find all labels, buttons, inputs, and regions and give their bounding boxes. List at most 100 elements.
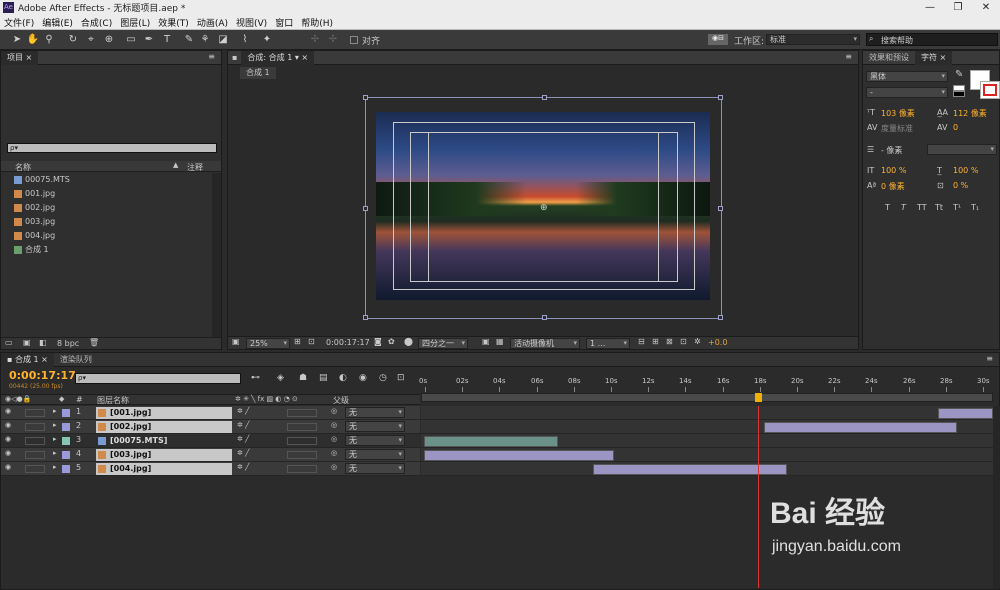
resolution-dropdown[interactable]: 四分之一	[418, 338, 468, 349]
menu-composition[interactable]: 合成(C)	[77, 16, 116, 29]
all-caps-button[interactable]: TT	[917, 203, 927, 212]
switch-icons[interactable]: ✲ ╱	[237, 421, 249, 429]
sort-arrow-icon[interactable]: ▲	[173, 161, 178, 169]
superscript-button[interactable]: T¹	[953, 203, 961, 212]
transform-handle[interactable]	[363, 206, 368, 211]
close-button[interactable]: ✕	[972, 0, 1000, 15]
zoom-dropdown[interactable]: 25%	[246, 338, 290, 349]
transform-handle[interactable]	[718, 315, 723, 320]
faux-bold-button[interactable]: T	[885, 203, 890, 212]
switch-boxes[interactable]	[287, 409, 317, 417]
project-tab[interactable]: 项目 ×	[1, 50, 39, 65]
layer-duration-bar[interactable]	[938, 408, 993, 419]
solo-lock-boxes[interactable]	[25, 465, 45, 473]
panel-menu-icon[interactable]: ≡	[845, 52, 852, 61]
timeline-search-input[interactable]: ρ▾	[75, 373, 241, 384]
region-of-interest-icon[interactable]: ▣	[482, 337, 490, 346]
kerning-value[interactable]: 度量标准	[881, 123, 913, 134]
panel-menu-icon[interactable]: ≡	[208, 52, 215, 61]
label-color-swatch[interactable]	[62, 409, 70, 417]
label-color-swatch[interactable]	[62, 465, 70, 473]
selection-tool-icon[interactable]: ➤	[10, 33, 24, 47]
faux-italic-button[interactable]: T	[901, 203, 906, 212]
pan-behind-tool-icon[interactable]: ⊕	[102, 33, 116, 47]
visibility-eye-icon[interactable]: ◉	[5, 463, 11, 471]
project-scrollbar[interactable]	[212, 173, 221, 337]
clone-stamp-tool-icon[interactable]: ⚘	[198, 33, 212, 47]
viewer-timecode[interactable]: 0:00:17:17	[326, 338, 370, 347]
always-preview-icon[interactable]: ▣	[232, 337, 240, 346]
visibility-eye-icon[interactable]: ◉	[5, 435, 11, 443]
font-size-value[interactable]: 103 像素	[881, 108, 915, 119]
interpret-footage-icon[interactable]: ▭	[5, 338, 13, 347]
menu-animation[interactable]: 动画(A)	[193, 16, 232, 29]
fast-previews-icon[interactable]: ⊞	[652, 337, 659, 346]
brainstorm-icon[interactable]: ◉	[359, 373, 367, 383]
switch-boxes[interactable]	[287, 465, 317, 473]
stroke-order-dropdown[interactable]	[927, 144, 997, 155]
layer-row[interactable]: ◉ ▸ 3 [00075.MTS] ✲ ╱ ◎ 无	[1, 434, 420, 448]
frame-blending-icon[interactable]: ▤	[319, 373, 328, 383]
transparency-grid-icon[interactable]: ▦	[496, 337, 504, 346]
new-folder-icon[interactable]: ▣	[23, 338, 31, 347]
menu-window[interactable]: 窗口	[271, 16, 297, 29]
trash-icon[interactable]: 🗑	[89, 338, 99, 347]
camera-tool-icon[interactable]: ⌖	[84, 33, 98, 47]
tsume-value[interactable]: 0 %	[953, 181, 968, 190]
visibility-eye-icon[interactable]: ◉	[5, 449, 11, 457]
horizontal-scale-value[interactable]: 100 %	[953, 166, 978, 175]
time-ruler[interactable]: 0s 02s 04s 06s 08s 10s 12s 14s 16s 18s 20s 22s 24s 26…	[419, 375, 993, 405]
hand-tool-icon[interactable]: ✋	[26, 33, 40, 47]
list-item[interactable]: 合成 1	[1, 243, 211, 256]
col-name[interactable]: 名称	[15, 162, 31, 173]
layer-name-field[interactable]: [002.jpg]	[96, 421, 232, 433]
toggle-pixel-aspect-icon[interactable]: ⊟	[638, 337, 645, 346]
layer-name-field[interactable]: [004.jpg]	[96, 463, 232, 475]
minimize-button[interactable]: —	[916, 0, 944, 15]
list-item[interactable]: 001.jpg	[1, 187, 211, 200]
render-queue-tab[interactable]: 渲染队列	[54, 353, 98, 367]
effects-presets-tab[interactable]: 效果和预设	[863, 51, 915, 65]
col-comment[interactable]: 注释	[187, 162, 203, 173]
pick-whip-icon[interactable]: ◎	[331, 463, 337, 471]
rectangle-tool-icon[interactable]: ▭	[124, 33, 138, 47]
align-checkbox[interactable]	[350, 36, 358, 44]
layer-duration-bar[interactable]	[424, 450, 614, 461]
layer-row[interactable]: ◉ ▸ 1 [001.jpg] ✲ ╱ ◎ 无	[1, 406, 420, 420]
col-layer-name[interactable]: 图层名称	[97, 395, 129, 406]
label-color-swatch[interactable]	[62, 437, 70, 445]
playhead-handle[interactable]	[755, 393, 762, 402]
transform-handle[interactable]	[718, 95, 723, 100]
solo-lock-boxes[interactable]	[25, 423, 45, 431]
parent-dropdown[interactable]: 无	[345, 435, 405, 446]
parent-dropdown[interactable]: 无	[345, 407, 405, 418]
stroke-width-value[interactable]: - 像素	[881, 145, 902, 156]
maximize-button[interactable]: ❐	[944, 0, 972, 15]
layer-name-field[interactable]: [00075.MTS]	[96, 435, 232, 447]
expand-arrow-icon[interactable]: ▸	[53, 435, 57, 443]
layer-bounding-box[interactable]: ⊕	[363, 95, 723, 320]
shy-layers-icon[interactable]: ☗	[299, 373, 307, 383]
project-search-input[interactable]: ρ▾	[7, 143, 217, 153]
menu-layer[interactable]: 图层(L)	[116, 16, 154, 29]
snapshot-icon[interactable]: ◙	[374, 337, 382, 346]
switch-icons[interactable]: ✲ ╱	[237, 407, 249, 415]
tracking-value[interactable]: 0	[953, 123, 958, 132]
bpc-label[interactable]: 8 bpc	[57, 339, 79, 348]
parent-dropdown[interactable]: 无	[345, 463, 405, 474]
expand-arrow-icon[interactable]: ▸	[53, 407, 57, 415]
switch-icons[interactable]: ✲ ╱	[237, 449, 249, 457]
pick-whip-icon[interactable]: ◎	[331, 421, 337, 429]
zoom-tool-icon[interactable]: ⚲	[42, 33, 56, 47]
eyedropper-icon[interactable]: ✎	[955, 69, 963, 80]
list-item[interactable]: 002.jpg	[1, 201, 211, 214]
menu-file[interactable]: 文件(F)	[0, 16, 38, 29]
workspace-toggle-icon[interactable]: ◉⊟	[708, 34, 728, 45]
baseline-shift-value[interactable]: 0 像素	[881, 181, 905, 192]
label-color-swatch[interactable]	[62, 423, 70, 431]
comp-mini-flowchart-icon[interactable]: ⊷	[251, 373, 260, 383]
visibility-eye-icon[interactable]: ◉	[5, 407, 11, 415]
list-item[interactable]: 003.jpg	[1, 215, 211, 228]
color-channel-icon[interactable]: ⬤	[404, 337, 413, 346]
pick-whip-icon[interactable]: ◎	[331, 407, 337, 415]
